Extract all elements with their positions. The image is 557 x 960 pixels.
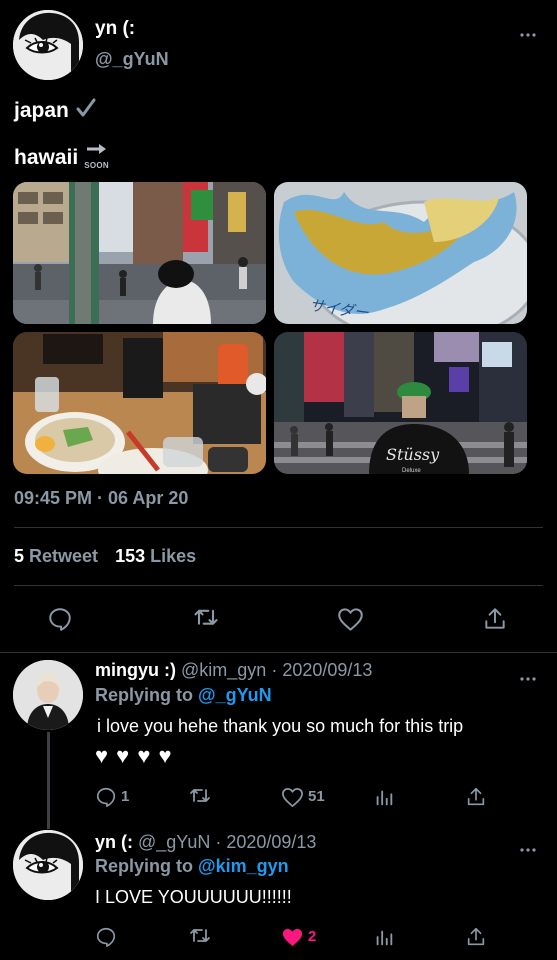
reply-count: 1 <box>121 788 130 805</box>
replying-to-label: Replying to <box>95 856 193 876</box>
soon-badge: SOON <box>84 137 109 170</box>
analytics-icon[interactable] <box>372 785 396 809</box>
avatar[interactable] <box>13 830 83 900</box>
divider <box>14 527 543 528</box>
like-count: 2 <box>308 928 317 945</box>
like-count: 51 <box>308 788 325 805</box>
reply-text: I LOVE YOUUUUUU!!!!!! <box>95 887 292 907</box>
replying-to-label: Replying to <box>95 685 193 705</box>
reply-hearts: ♥ ♥ ♥ ♥ <box>95 743 173 768</box>
divider <box>0 652 557 653</box>
reply-icon[interactable] <box>94 925 118 949</box>
display-name[interactable]: yn (: <box>95 18 135 40</box>
reply-date[interactable]: · 2020/09/13 <box>271 660 372 680</box>
retweet-icon[interactable] <box>188 785 212 809</box>
photo-street[interactable] <box>13 182 266 324</box>
avatar[interactable] <box>13 660 83 730</box>
reply-icon[interactable] <box>94 785 118 809</box>
tweet-timestamp[interactable]: 09:45 PM · 06 Apr 20 <box>14 488 188 509</box>
soon-label: SOON <box>84 161 109 170</box>
retweet-icon[interactable] <box>188 925 212 949</box>
photo-can[interactable]: サイダー <box>274 182 527 324</box>
avatar[interactable] <box>13 10 83 80</box>
tweet-text-hawaii: hawaii <box>14 146 79 169</box>
likes-label: Likes <box>150 546 197 566</box>
replying-to: Replying to @_gYuN <box>95 685 272 706</box>
share-icon[interactable] <box>464 925 488 949</box>
likes-stat[interactable]: 153 Likes <box>115 546 196 567</box>
retweets-stat[interactable]: 5 Retweet <box>14 546 98 567</box>
reply-date[interactable]: · 2020/09/13 <box>215 832 316 852</box>
divider <box>14 585 543 586</box>
shirt-logo-text: Stüssy <box>386 445 440 464</box>
tweet-text-line-1: japan <box>14 97 97 125</box>
more-icon[interactable] <box>519 666 537 687</box>
handle[interactable]: @_gYuN <box>95 49 169 70</box>
handle[interactable]: @kim_gyn <box>181 660 266 680</box>
retweet-icon[interactable] <box>192 605 220 633</box>
retweets-count: 5 <box>14 546 25 566</box>
likes-count: 153 <box>115 546 146 566</box>
reply-header: mingyu :) @kim_gyn · 2020/09/13 <box>95 660 372 681</box>
photo-ramen[interactable] <box>13 332 266 474</box>
thread-line <box>47 732 50 829</box>
analytics-icon[interactable] <box>372 925 396 949</box>
reply-icon[interactable] <box>46 605 74 633</box>
replying-to-handle[interactable]: @kim_gyn <box>198 856 289 876</box>
replying-to-handle[interactable]: @_gYuN <box>198 685 272 705</box>
share-icon[interactable] <box>481 605 509 633</box>
display-name[interactable]: yn (: <box>95 832 133 852</box>
retweets-label: Retweet <box>29 546 99 566</box>
display-name[interactable]: mingyu :) <box>95 660 176 680</box>
photo-shibuya[interactable]: Stüssy Deluxe <box>274 332 527 474</box>
shirt-logo-subtext: Deluxe <box>402 468 421 474</box>
share-icon[interactable] <box>464 785 488 809</box>
more-icon[interactable] <box>519 22 537 43</box>
like-icon[interactable] <box>280 785 304 809</box>
like-icon[interactable] <box>336 605 364 633</box>
arrow-right-icon <box>86 137 108 161</box>
tweet-text-line-2: hawaii SOON <box>14 137 109 170</box>
handle[interactable]: @_gYuN <box>138 832 210 852</box>
reply-header: yn (: @_gYuN · 2020/09/13 <box>95 832 316 853</box>
reply-text: i love you hehe thank you so much for th… <box>97 716 464 736</box>
more-icon[interactable] <box>519 837 537 858</box>
replying-to: Replying to @kim_gyn <box>95 856 289 877</box>
stats-row: 5 Retweet 153 Likes <box>14 546 196 567</box>
tweet-text-japan: japan <box>14 99 69 122</box>
liked-heart-icon[interactable] <box>280 925 304 949</box>
checkmark-icon <box>75 97 97 125</box>
